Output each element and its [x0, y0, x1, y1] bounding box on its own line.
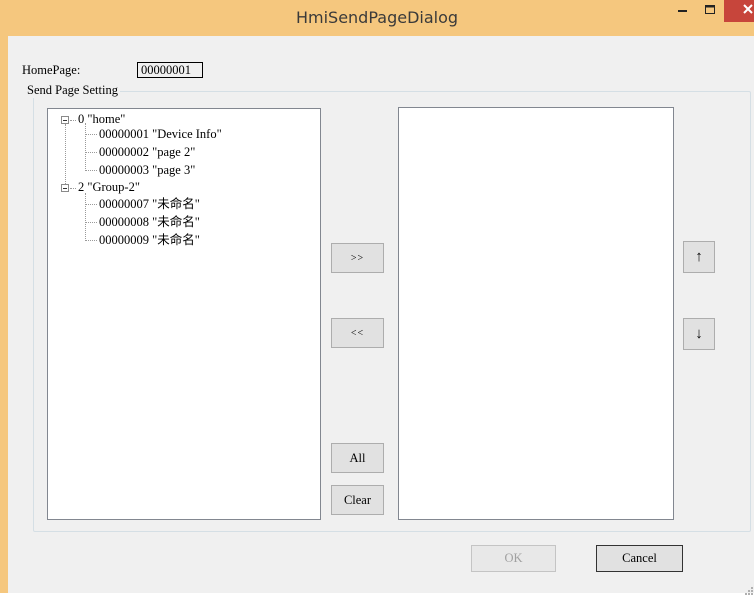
- tree-connector: [85, 134, 97, 135]
- window-title: HmiSendPageDialog: [295, 8, 459, 27]
- tree-connector: [70, 188, 76, 189]
- dialog-client-area: HomePage: 00000001 Send Page Setting 0 "…: [8, 36, 754, 595]
- remove-page-button[interactable]: <<: [331, 318, 384, 348]
- home-page-label: HomePage:: [22, 63, 81, 77]
- tree-group-node[interactable]: 2 "Group-2": [48, 181, 318, 194]
- tree-connector: [70, 120, 76, 121]
- tree-connector: [85, 170, 97, 171]
- clear-button[interactable]: Clear: [331, 485, 384, 515]
- ok-button[interactable]: OK: [471, 545, 556, 572]
- tree-connector: [85, 193, 86, 241]
- tree-connector: [85, 222, 97, 223]
- resize-grip-icon[interactable]: [744, 583, 754, 595]
- page-tree-list[interactable]: 0 "home" 00000001 "Device Info" 00000002…: [47, 108, 321, 520]
- close-button[interactable]: [724, 0, 754, 22]
- close-icon: [742, 2, 754, 20]
- send-page-list[interactable]: [398, 107, 674, 520]
- title-bar[interactable]: HmiSendPageDialog: [0, 0, 754, 36]
- tree-connector: [85, 204, 97, 205]
- tree-connector: [85, 123, 86, 171]
- add-all-button[interactable]: All: [331, 443, 384, 473]
- collapse-icon[interactable]: [61, 184, 69, 192]
- collapse-icon[interactable]: [61, 116, 69, 124]
- maximize-icon: [704, 2, 716, 20]
- move-up-button[interactable]: ↑: [683, 241, 715, 273]
- tree-group-label: 0 "home": [78, 112, 126, 126]
- minimize-button[interactable]: [670, 0, 696, 22]
- tree-connector: [85, 240, 97, 241]
- tree-group-label: 2 "Group-2": [78, 180, 140, 194]
- tree-connector: [65, 124, 66, 184]
- move-down-button[interactable]: ↓: [683, 318, 715, 350]
- send-page-setting-legend: Send Page Setting: [25, 83, 120, 98]
- add-page-button[interactable]: >>: [331, 243, 384, 273]
- minimize-icon: [677, 2, 689, 20]
- tree-group-node[interactable]: 0 "home": [48, 113, 318, 126]
- tree-connector: [85, 152, 97, 153]
- maximize-button[interactable]: [697, 0, 723, 22]
- dialog-window: HmiSendPageDialog HomePage: 00000001 Sen…: [0, 0, 754, 595]
- home-page-field[interactable]: 00000001: [137, 62, 203, 78]
- cancel-button[interactable]: Cancel: [596, 545, 683, 572]
